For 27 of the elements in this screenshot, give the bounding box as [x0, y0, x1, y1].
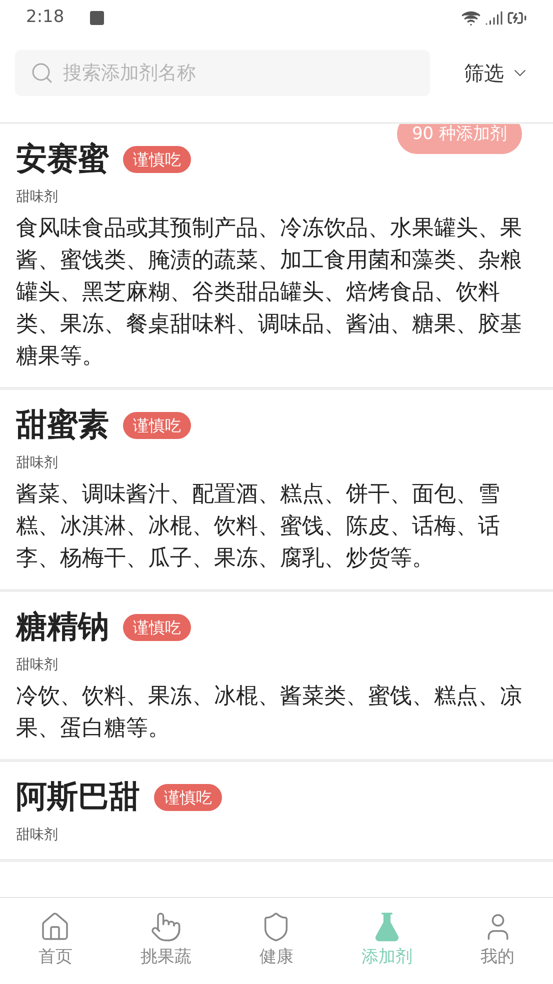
usage-description: 酱菜、调味酱汁、配置酒、糕点、饼干、面包、雪糕、冰淇淋、冰棍、饮料、蜜饯、陈皮、话梅、话李、杨梅干、瓜子、果冻、腐乳、炒货等。: [16, 481, 501, 573]
category-label: 甜味剂: [16, 656, 59, 675]
caution-tag: 谨慎吃: [123, 614, 191, 640]
status-time: 2:18: [26, 6, 64, 30]
tab-button[interactable]: 我的: [442, 898, 553, 984]
usage-description: 食风味食品或其预制产品、冷冻饮品、水果罐头、果酱、蜜饯类、腌渍的蔬菜、加工食用菌和藻类、杂粮罐头、黑芝麻糊、谷类甜品罐头、焙烤食品、饮料类、果冻、餐桌甜味料、调味品、酱油、糖果、胶基糖果等。: [16, 215, 523, 371]
count-badge: 90 种添加剂: [396, 124, 522, 154]
caution-tag: 谨慎吃: [154, 784, 222, 810]
usage-description: 冷饮、饮料、果冻、冰棍、酱菜类、蜜饯、糕点、凉果、蛋白糖等。: [16, 683, 523, 743]
additive-name: 安赛蜜: [16, 140, 109, 179]
tab-button[interactable]: 首页: [0, 898, 111, 984]
category-label: 甜味剂: [16, 454, 59, 473]
additive-name: 甜蜜素: [16, 406, 109, 445]
caution-tag: 谨慎吃: [123, 412, 191, 438]
tab-button[interactable]: 健康: [221, 898, 332, 984]
category-label: 甜味剂: [16, 826, 59, 845]
filter-button[interactable]: 筛选: [464, 58, 530, 88]
caution-tag: 谨慎吃: [123, 146, 191, 172]
hand-pointer-icon: [150, 911, 182, 944]
additive-name: 糖精钠: [16, 608, 109, 647]
category-label: 甜味剂: [16, 188, 59, 207]
additive-name: 阿斯巴甜: [16, 778, 140, 817]
tab-button[interactable]: 添加剂: [332, 898, 442, 984]
search-field[interactable]: 搜索添加剂名称: [15, 50, 430, 96]
search-icon: [30, 61, 54, 85]
tab-button[interactable]: 挑果蔬: [110, 898, 222, 984]
signal-icon: [485, 9, 503, 27]
